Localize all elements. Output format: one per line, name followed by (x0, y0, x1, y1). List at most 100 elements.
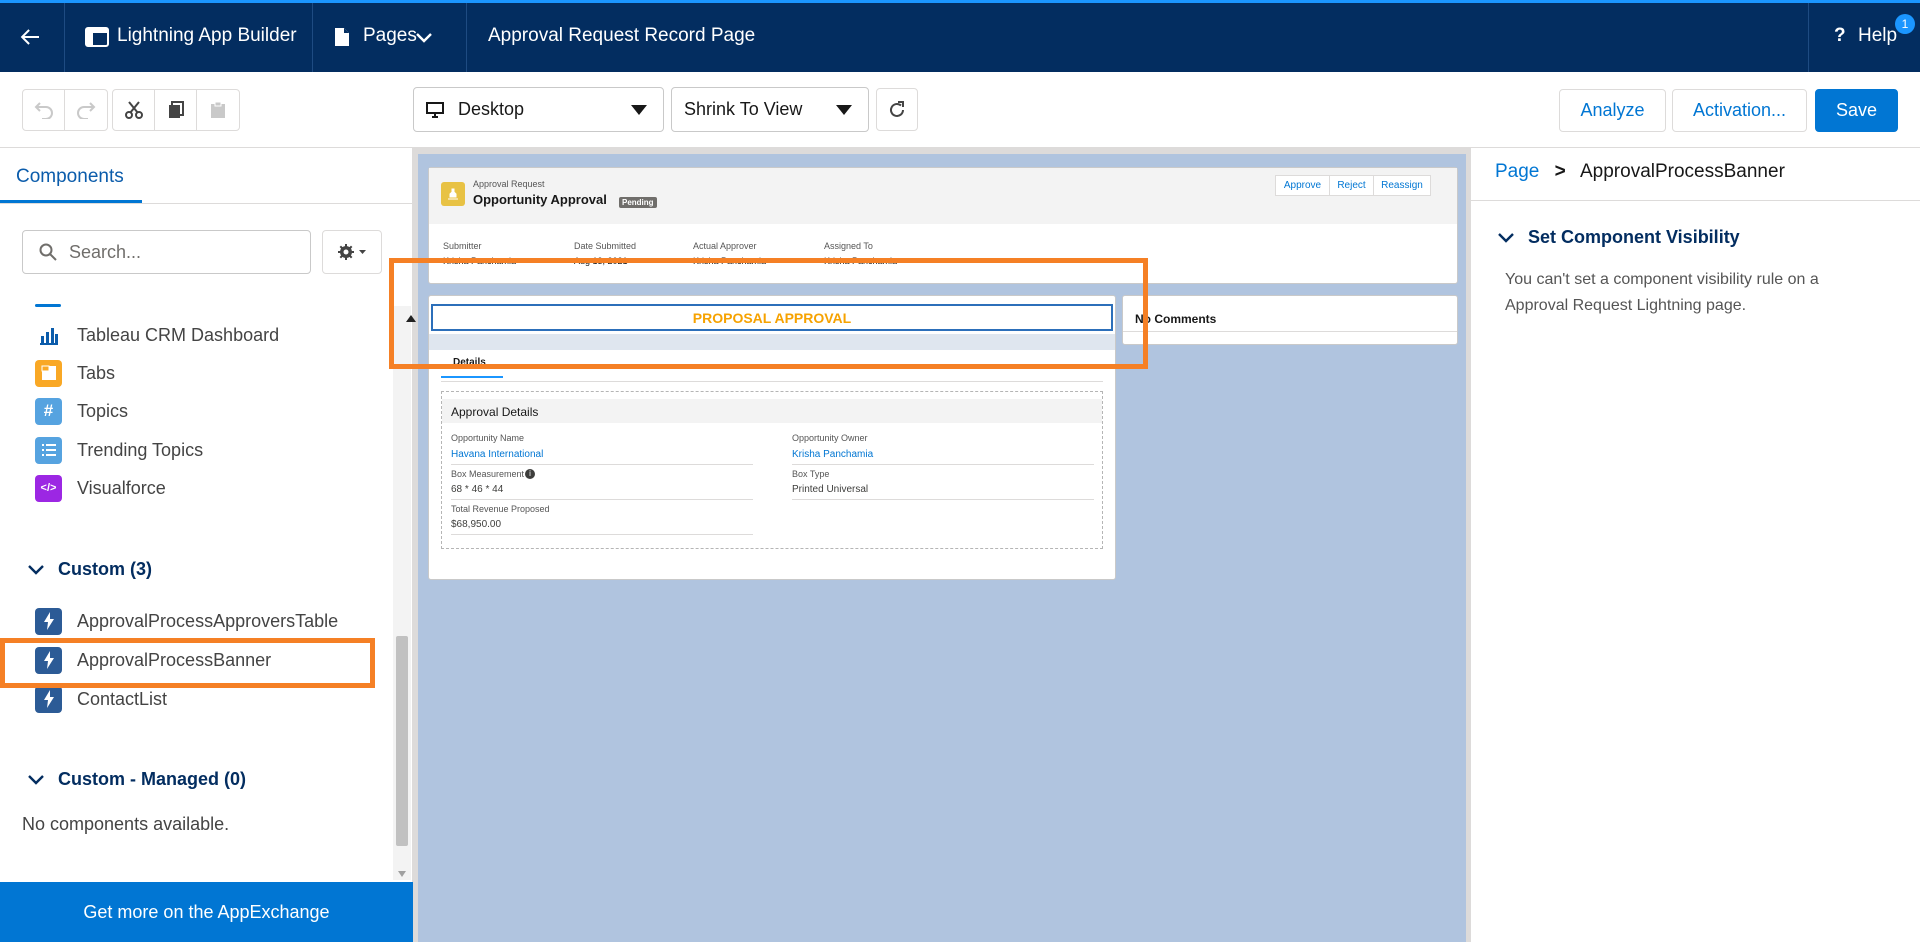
zoom-value: Shrink To View (684, 99, 803, 119)
activation-button[interactable]: Activation... (1672, 89, 1807, 132)
appexchange-link[interactable]: Get more on the AppExchange (0, 882, 413, 942)
device-value: Desktop (458, 99, 525, 119)
undo-icon (34, 102, 53, 119)
history-group (22, 89, 108, 131)
field-label: Submitter (443, 241, 482, 251)
chevron-down-icon (1498, 232, 1514, 243)
pages-label: Pages (363, 25, 417, 46)
field-label: Box Type (792, 469, 830, 479)
back-button[interactable] (18, 25, 46, 53)
undo-button[interactable] (23, 90, 65, 130)
info-icon[interactable]: i (525, 469, 535, 479)
search-input[interactable]: Search... (22, 230, 311, 274)
hash-icon: # (35, 397, 62, 425)
page-title: Approval Request Record Page (488, 25, 756, 46)
paste-button[interactable] (197, 90, 239, 130)
settings-menu-button[interactable] (322, 230, 382, 274)
approval-icon (441, 182, 465, 206)
field-label: Total Revenue Proposed (451, 504, 550, 514)
caret-down-icon (836, 105, 852, 115)
code-icon: </> (35, 474, 62, 502)
copy-icon (168, 101, 184, 118)
component-label: Tableau CRM Dashboard (77, 324, 280, 345)
owner-link[interactable]: Krisha Panchamia (792, 449, 873, 460)
custom-section-title: Custom (3) (58, 559, 152, 579)
field-label: Assigned To (824, 241, 873, 251)
page-icon (334, 27, 350, 47)
sidebar-region[interactable]: No Comments (1122, 295, 1458, 345)
component-label: Tabs (77, 362, 116, 383)
lightning-icon (35, 607, 62, 635)
field-label: Box Measurement (451, 469, 525, 479)
app-builder-title: Lightning App Builder (117, 25, 297, 46)
cut-button[interactable] (113, 90, 155, 130)
app-builder-icon (85, 27, 109, 47)
help-button[interactable]: ? Help 1 (1808, 3, 1920, 72)
analyze-button[interactable]: Analyze (1559, 89, 1666, 132)
empty-message: No components available. (22, 814, 230, 834)
breadcrumb-current: ApprovalProcessBanner (1580, 161, 1785, 182)
reassign-button[interactable]: Reassign (1373, 175, 1431, 196)
managed-section-title: Custom - Managed (0) (58, 769, 247, 789)
pages-menu[interactable]: Pages (312, 3, 466, 72)
help-label: Help (1858, 25, 1898, 46)
field-value: $68,950.00 (451, 519, 502, 530)
status-badge: Pending (619, 197, 657, 208)
component-item[interactable]: Tableau CRM Dashboard (35, 320, 279, 350)
field-value: 68 * 46 * 44 (451, 484, 504, 495)
search-icon (39, 243, 57, 261)
panel-scrollbar[interactable] (393, 306, 411, 880)
question-icon: ? (1834, 25, 1846, 46)
scissors-icon (124, 101, 143, 119)
chevron-down-icon (28, 774, 44, 785)
clipboard-icon (211, 101, 225, 118)
component-label: ApprovalProcessApproversTable (77, 610, 339, 631)
managed-section-toggle[interactable]: Custom - Managed (0) (28, 769, 246, 790)
save-button[interactable]: Save (1815, 89, 1898, 132)
refresh-button[interactable] (876, 88, 918, 131)
component-item[interactable]: Trending Topics (35, 435, 203, 465)
monitor-icon (426, 101, 444, 118)
visibility-section-toggle[interactable]: Set Component Visibility (1498, 227, 1740, 248)
field-label: Opportunity Name (451, 433, 525, 443)
scrollbar-thumb[interactable] (396, 636, 408, 846)
component-item[interactable]: ContactList (35, 684, 167, 714)
clipboard-group (112, 89, 240, 131)
component-item[interactable]: Tabs (35, 358, 115, 388)
tab-components[interactable]: Components (0, 148, 142, 203)
arrow-left-icon (20, 29, 39, 45)
list-icon (35, 436, 62, 464)
reject-button[interactable]: Reject (1329, 175, 1374, 196)
component-item[interactable]: # Topics (35, 396, 128, 426)
builder-toolbar: Desktop Shrink To View Analyze Activatio… (0, 72, 1920, 148)
search-placeholder: Search... (69, 241, 142, 262)
copy-button[interactable] (155, 90, 197, 130)
component-label: Topics (77, 400, 129, 421)
zoom-select[interactable]: Shrink To View (671, 87, 869, 132)
component-label: ContactList (77, 688, 168, 709)
components-panel: Components Search... Tableau CRM Dashboa… (0, 148, 413, 942)
visibility-section-title: Set Component Visibility (1528, 227, 1740, 247)
scrolled-item-edge (35, 304, 61, 307)
banner-highlight-box (389, 258, 1148, 369)
properties-panel: Page > ApprovalProcessBanner Set Compone… (1470, 148, 1920, 942)
scroll-down-arrow-icon[interactable] (398, 871, 406, 877)
redo-button[interactable] (65, 90, 107, 130)
approve-button[interactable]: Approve (1275, 175, 1330, 196)
section-title: Approval Details (451, 405, 539, 419)
record-name: Opportunity Approval (473, 192, 607, 207)
chart-icon (35, 322, 62, 349)
breadcrumb: Page > ApprovalProcessBanner (1495, 161, 1785, 183)
opportunity-link[interactable]: Havana International (451, 449, 543, 460)
custom-section-toggle[interactable]: Custom (3) (28, 559, 152, 580)
field-label: Date Submitted (574, 241, 637, 251)
record-type: Approval Request (473, 179, 545, 189)
chevron-down-icon (416, 33, 432, 43)
component-item[interactable]: ApprovalProcessApproversTable (35, 606, 338, 636)
component-item[interactable]: </> Visualforce (35, 473, 166, 503)
breadcrumb-page-link[interactable]: Page (1495, 161, 1539, 182)
component-label: Visualforce (77, 477, 166, 498)
top-nav-bar: Lightning App Builder Pages Approval Req… (0, 0, 1920, 72)
details-section[interactable]: Approval Details Opportunity Name Havana… (441, 391, 1103, 549)
device-select[interactable]: Desktop (413, 87, 664, 132)
